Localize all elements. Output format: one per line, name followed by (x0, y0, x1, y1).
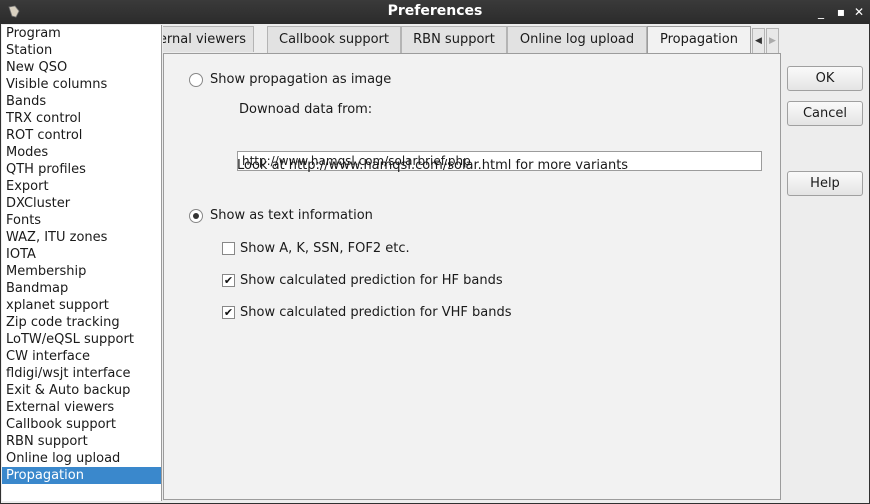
tab-bar: External viewers Callbook support RBN su… (163, 26, 780, 54)
tab-external-viewers[interactable]: External viewers (163, 26, 254, 52)
dialog-body: Program Station New QSO Visible columns Band… (1, 24, 869, 503)
image-radio[interactable] (189, 73, 203, 87)
sidebar-item[interactable]: Exit & Auto backup (2, 382, 161, 399)
sidebar-item[interactable]: DXCluster (2, 195, 161, 212)
help-button[interactable]: Help (787, 171, 863, 196)
minimize-icon[interactable]: _ (813, 4, 829, 20)
sidebar-item[interactable]: TRX control (2, 110, 161, 127)
sidebar-item[interactable]: fldigi/wsjt interface (2, 365, 161, 382)
tab-scroll-right-icon[interactable]: ▶ (766, 28, 779, 54)
sidebar-item[interactable]: New QSO (2, 59, 161, 76)
cancel-button[interactable]: Cancel (787, 101, 863, 126)
sidebar-item[interactable]: Visible columns (2, 76, 161, 93)
tab-scroll-left-icon[interactable]: ◀ (752, 28, 765, 54)
sidebar-item[interactable]: ROT control (2, 127, 161, 144)
sidebar-item[interactable]: Export (2, 178, 161, 195)
tab-callbook-support[interactable]: Callbook support (267, 26, 401, 53)
text-radio[interactable] (189, 209, 203, 223)
sidebar-item[interactable]: QTH profiles (2, 161, 161, 178)
hf-checkbox[interactable]: ✔ (222, 274, 235, 287)
sidebar-item[interactable]: Station (2, 42, 161, 59)
sidebar-item[interactable]: LoTW/eQSL support (2, 331, 161, 348)
download-label: Downoad data from: (239, 102, 373, 117)
window-title: Preferences (387, 3, 483, 19)
sidebar-item[interactable]: Propagation (2, 467, 161, 484)
sidebar-item[interactable]: Callbook support (2, 416, 161, 433)
ok-button[interactable]: OK (787, 66, 863, 91)
sidebar-item[interactable]: Fonts (2, 212, 161, 229)
tab-rbn-support[interactable]: RBN support (401, 26, 507, 53)
sidebar-item[interactable]: WAZ, ITU zones (2, 229, 161, 246)
sidebar-item[interactable]: Bandmap (2, 280, 161, 297)
propagation-panel: Show propagation as image Downoad data f… (163, 53, 781, 500)
sidebar-item[interactable]: Zip code tracking (2, 314, 161, 331)
close-icon[interactable]: ✕ (851, 4, 867, 20)
sidebar-item[interactable]: Bands (2, 93, 161, 110)
akssn-label: Show A, K, SSN, FOF2 etc. (240, 241, 410, 256)
akssn-checkbox[interactable] (222, 242, 235, 255)
title-bar: Preferences _ ▪ ✕ (0, 0, 870, 24)
radio-selected-dot (193, 213, 199, 219)
sidebar-item[interactable]: CW interface (2, 348, 161, 365)
sidebar-item[interactable]: Program (2, 25, 161, 42)
vhf-label: Show calculated prediction for VHF bands (240, 305, 512, 320)
sidebar-item[interactable]: Online log upload (2, 450, 161, 467)
sidebar-item[interactable]: xplanet support (2, 297, 161, 314)
tab-online-log-upload[interactable]: Online log upload (507, 26, 647, 53)
text-radio-label: Show as text information (210, 208, 373, 223)
hf-label: Show calculated prediction for HF bands (240, 273, 503, 288)
sidebar-item[interactable]: External viewers (2, 399, 161, 416)
vhf-checkbox[interactable]: ✔ (222, 306, 235, 319)
sidebar-item[interactable]: Modes (2, 144, 161, 161)
tab-propagation[interactable]: Propagation (647, 26, 751, 54)
maximize-icon[interactable]: ▪ (833, 4, 849, 20)
sidebar-item[interactable]: Membership (2, 263, 161, 280)
sidebar-list[interactable]: Program Station New QSO Visible columns Band… (2, 25, 162, 501)
sidebar-item[interactable]: IOTA (2, 246, 161, 263)
sidebar-item[interactable]: RBN support (2, 433, 161, 450)
more-variants-text: Look at http://www.hamqsl.com/solar.html… (237, 158, 629, 173)
image-radio-label: Show propagation as image (210, 72, 392, 87)
